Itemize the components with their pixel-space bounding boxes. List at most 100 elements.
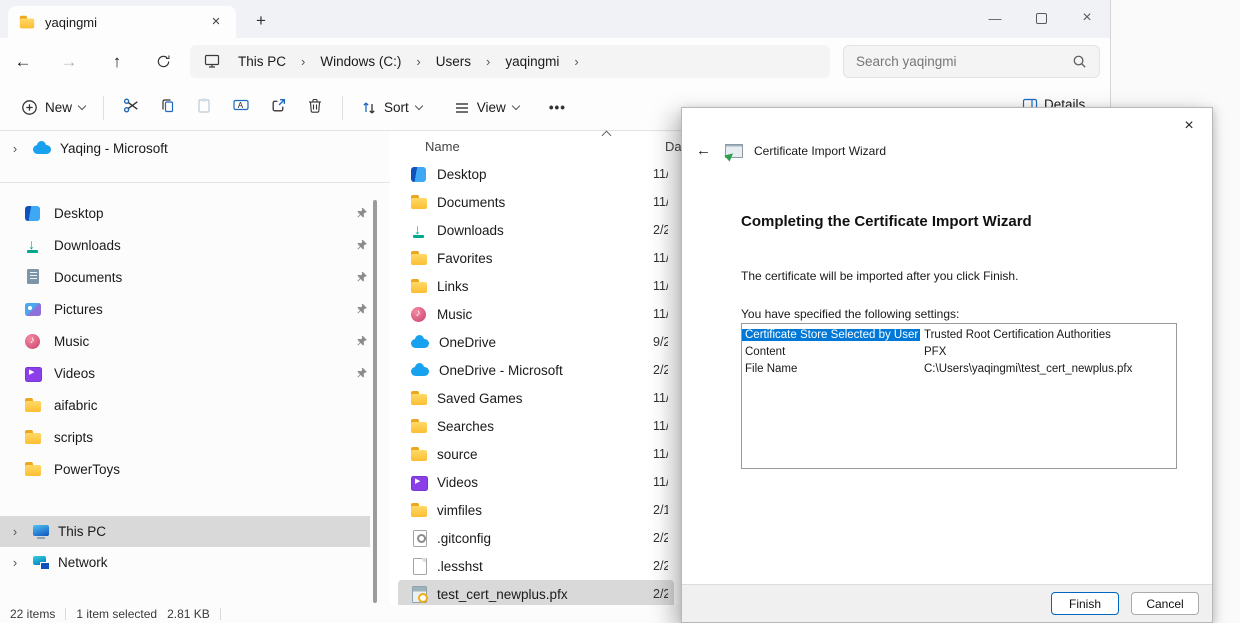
refresh-button[interactable]: [148, 47, 178, 77]
file-row[interactable]: .lesshst2/2: [398, 552, 674, 580]
status-divider: [65, 608, 66, 620]
file-row[interactable]: Videos11/: [398, 468, 674, 496]
sidebar-item-onedrive-root[interactable]: ›Yaqing - Microsoft: [0, 134, 390, 162]
new-tab-button[interactable]: +: [248, 9, 274, 35]
setting-key: Content: [742, 346, 920, 358]
chevron-right-icon: ›: [483, 54, 493, 69]
file-row[interactable]: Documents11/: [398, 188, 674, 216]
tab-close-icon[interactable]: ×: [206, 12, 226, 32]
sidebar-scrollbar[interactable]: [373, 200, 377, 603]
name-column-header[interactable]: Name: [398, 139, 638, 154]
sidebar-item-pictures[interactable]: Pictures: [0, 293, 390, 325]
sort-button[interactable]: Sort: [352, 94, 431, 122]
settings-row[interactable]: Certificate Store Selected by UserTruste…: [742, 326, 1176, 343]
pin-icon: [356, 335, 368, 347]
delete-button[interactable]: [307, 97, 323, 119]
search-box[interactable]: [843, 45, 1100, 78]
screen: yaqingmi × + — × ← → ↑ This PC › Windows (…: [0, 0, 1240, 623]
selected-count: 1 item selected: [76, 607, 157, 621]
desktop-icon: [24, 205, 42, 222]
date-column-header[interactable]: Da: [665, 139, 681, 154]
up-button[interactable]: ↑: [102, 47, 132, 77]
cancel-button[interactable]: Cancel: [1131, 592, 1199, 615]
file-date: 2/1: [653, 503, 668, 517]
share-button[interactable]: [270, 97, 287, 119]
file-row[interactable]: .gitconfig2/2: [398, 524, 674, 552]
dialog-footer: Finish Cancel: [682, 584, 1212, 622]
file-name: Downloads: [437, 223, 504, 238]
file-row[interactable]: OneDrive9/2: [398, 328, 674, 356]
breadcrumb-item[interactable]: Users: [428, 51, 479, 72]
rename-button[interactable]: A: [232, 97, 250, 118]
sidebar-spacer: [0, 485, 390, 516]
more-options-button[interactable]: •••: [540, 94, 575, 121]
file-row[interactable]: test_cert_newplus.pfx2/2: [398, 580, 674, 608]
file-name: Links: [437, 279, 469, 294]
breadcrumb-item[interactable]: This PC: [230, 51, 294, 72]
file-row[interactable]: Music11/: [398, 300, 674, 328]
sidebar-item-music[interactable]: Music: [0, 325, 390, 357]
file-row[interactable]: OneDrive - Microsoft2/2: [398, 356, 674, 384]
folder-icon: [19, 14, 35, 29]
new-plus-icon: [21, 99, 38, 116]
breadcrumb-item[interactable]: yaqingmi: [497, 51, 567, 72]
settings-row[interactable]: File NameC:\Users\yaqingmi\test_cert_new…: [742, 360, 1176, 377]
status-divider: [220, 608, 221, 620]
sidebar-item-scripts[interactable]: scripts: [0, 421, 390, 453]
file-name: OneDrive: [439, 335, 496, 350]
forward-button[interactable]: →: [54, 47, 84, 77]
file-row[interactable]: Downloads2/2: [398, 216, 674, 244]
sidebar-item-label: Music: [54, 334, 89, 349]
file-row[interactable]: vimfiles2/1: [398, 496, 674, 524]
chevron-right-icon: ›: [298, 54, 308, 69]
close-window-button[interactable]: ×: [1064, 0, 1110, 36]
settings-row[interactable]: ContentPFX: [742, 343, 1176, 360]
tab-title: yaqingmi: [45, 15, 97, 30]
folder-icon: [410, 194, 428, 211]
search-input[interactable]: [856, 54, 1072, 69]
new-button[interactable]: New: [12, 93, 94, 122]
dialog-back-button[interactable]: ←: [696, 142, 716, 159]
breadcrumb-item[interactable]: Windows (C:): [312, 51, 409, 72]
file-date: 11/: [653, 251, 668, 265]
dialog-close-icon[interactable]: ×: [1176, 114, 1202, 138]
sidebar-item-documents[interactable]: Documents: [0, 261, 390, 293]
sidebar-item-this-pc[interactable]: ›This PC: [0, 516, 370, 547]
chevron-expand-icon: ›: [6, 524, 24, 539]
sidebar-item-downloads[interactable]: Downloads: [0, 229, 390, 261]
copy-button[interactable]: [160, 97, 176, 119]
file-row[interactable]: Desktop11/: [398, 160, 674, 188]
file-name: Videos: [437, 475, 478, 490]
file-row[interactable]: Saved Games11/: [398, 384, 674, 412]
file-row[interactable]: source11/: [398, 440, 674, 468]
cut-button[interactable]: [123, 97, 140, 119]
minimize-button[interactable]: —: [972, 0, 1018, 36]
sidebar-item-label: Yaqing - Microsoft: [60, 141, 168, 156]
settings-caption: You have specified the following setting…: [741, 307, 959, 321]
file-name: source: [437, 447, 478, 462]
file-row[interactable]: Links11/: [398, 272, 674, 300]
paste-button[interactable]: [196, 97, 212, 119]
sidebar-item-videos[interactable]: Videos: [0, 357, 390, 389]
sidebar-item-label: PowerToys: [54, 462, 120, 477]
sidebar-item-desktop[interactable]: Desktop: [0, 197, 390, 229]
view-button[interactable]: View: [445, 94, 528, 121]
file-row[interactable]: Searches11/: [398, 412, 674, 440]
finish-button[interactable]: Finish: [1051, 592, 1119, 615]
chevron-right-icon: ›: [571, 54, 581, 69]
sidebar-item-network[interactable]: ›Network: [0, 547, 390, 578]
chevron-down-icon: [512, 101, 520, 109]
share-icon: [270, 97, 287, 114]
wizard-heading: Completing the Certificate Import Wizard: [741, 213, 1032, 230]
breadcrumb[interactable]: This PC›Windows (C:)›Users›yaqingmi›: [190, 45, 830, 78]
sidebar-item-aifabric[interactable]: aifabric: [0, 389, 390, 421]
selected-size: 2.81 KB: [167, 607, 210, 621]
back-button[interactable]: ←: [8, 47, 38, 77]
settings-table[interactable]: Certificate Store Selected by UserTruste…: [741, 323, 1177, 469]
sidebar-item-powertoys[interactable]: PowerToys: [0, 453, 390, 485]
file-row[interactable]: Favorites11/: [398, 244, 674, 272]
setting-value: PFX: [920, 346, 946, 358]
explorer-tab[interactable]: yaqingmi ×: [8, 6, 236, 38]
maximize-button[interactable]: [1018, 0, 1064, 36]
setting-key: Certificate Store Selected by User: [742, 329, 920, 341]
